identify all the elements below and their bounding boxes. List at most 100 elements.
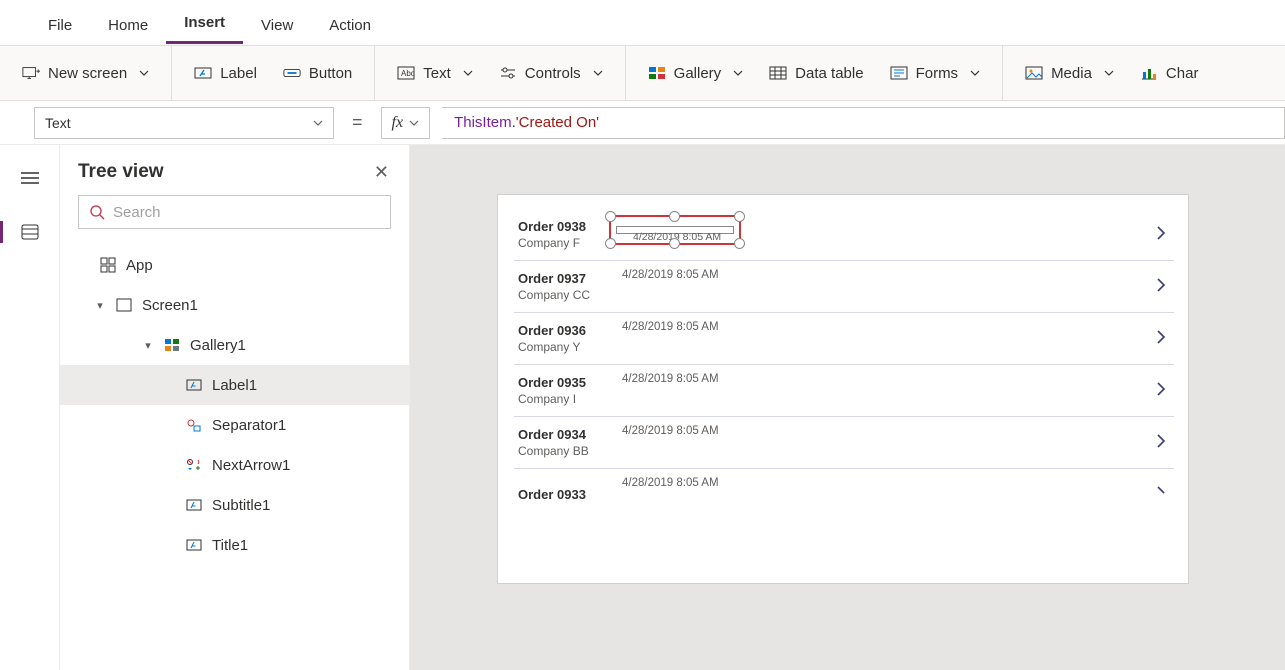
resize-handle[interactable] [734,211,745,222]
chevron-right-icon[interactable] [1154,483,1168,503]
tree: App ▾ Screen1 ▾ Gallery1 Label1 Separato… [60,239,409,565]
tree-node-app[interactable]: App [60,245,409,285]
gallery-preview[interactable]: Order 0938 Company F 4/28/2019 8:05 AM [514,209,1174,583]
tree-node-nextarrow1[interactable]: NextArrow1 [60,445,409,485]
chevron-down-icon [313,118,323,128]
close-icon[interactable]: ✕ [374,162,389,183]
forms-icon [890,65,908,81]
chevron-right-icon[interactable] [1154,327,1168,347]
selected-label-control[interactable]: 4/28/2019 8:05 AM [609,215,741,245]
tab-insert[interactable]: Insert [166,4,243,44]
forms-dropdown-label: Forms [916,65,959,82]
left-rail [0,145,60,670]
resize-handle[interactable] [669,211,680,222]
rail-hamburger[interactable] [13,163,47,193]
gallery-icon [648,65,666,81]
search-input[interactable]: Search [78,195,391,229]
charts-dropdown[interactable]: Char [1132,59,1207,88]
label-button-label: Label [220,65,257,82]
caret-down-icon[interactable]: ▾ [94,299,106,312]
text-dropdown[interactable]: Abc Text [389,59,481,88]
chevron-down-icon [970,68,980,78]
row-date: 4/28/2019 8:05 AM [622,373,719,385]
fx-button[interactable]: fx [381,107,431,139]
label-icon [186,498,202,512]
forms-dropdown[interactable]: Forms [882,59,989,88]
resize-handle[interactable] [605,238,616,249]
gallery-row[interactable]: Order 0936 Company Y 4/28/2019 8:05 AM [514,313,1174,365]
tab-home[interactable]: Home [90,7,166,44]
gallery-row[interactable]: Order 0933 4/28/2019 8:05 AM [514,469,1174,521]
gallery-row[interactable]: Order 0937 Company CC 4/28/2019 8:05 AM [514,261,1174,313]
tree-node-label1[interactable]: Label1 [60,365,409,405]
rail-tree-view[interactable] [13,217,47,247]
equals-sign: = [346,112,369,133]
menu-bar: File Home Insert View Action [0,0,1285,45]
resize-handle[interactable] [605,211,616,222]
row-date: 4/28/2019 8:05 AM [622,321,719,333]
tree-node-separator1-label: Separator1 [212,417,286,434]
tree-node-gallery1[interactable]: ▾ Gallery1 [60,325,409,365]
tree-view-panel: Tree view ✕ Search App ▾ Screen1 [60,145,410,670]
screen-icon [116,298,132,312]
chevron-down-icon [733,68,743,78]
row-subtitle: Company F [518,236,586,250]
media-dropdown-label: Media [1051,65,1092,82]
tab-action[interactable]: Action [311,7,389,44]
tab-file[interactable]: File [30,7,90,44]
chevron-right-icon[interactable] [1154,275,1168,295]
tree-node-app-label: App [126,257,153,274]
media-dropdown[interactable]: Media [1017,59,1122,88]
row-subtitle: Company CC [518,288,590,302]
chevron-down-icon [463,68,473,78]
label-icon [186,378,202,392]
tree-node-title1[interactable]: Title1 [60,525,409,565]
tree-node-label1-label: Label1 [212,377,257,394]
chevron-down-icon [593,68,603,78]
tree-node-gallery1-label: Gallery1 [190,337,246,354]
chevron-right-icon[interactable] [1154,431,1168,451]
row-subtitle: Company BB [518,444,589,458]
label-button[interactable]: Label [186,59,265,88]
tree-view-title: Tree view [78,161,164,183]
button-button[interactable]: Button [275,59,360,88]
property-selector-value: Text [45,115,71,131]
gallery-row[interactable]: Order 0934 Company BB 4/28/2019 8:05 AM [514,417,1174,469]
app-icon [100,257,116,273]
property-selector[interactable]: Text [34,107,334,139]
gallery-icon [164,338,180,352]
row-date: 4/28/2019 8:05 AM [622,269,719,281]
charts-dropdown-label: Char [1166,65,1199,82]
new-screen-button[interactable]: New screen [14,59,157,88]
gallery-dropdown[interactable]: Gallery [640,59,752,88]
caret-down-icon[interactable]: ▾ [142,339,154,352]
data-table-button[interactable]: Data table [761,59,871,88]
chevron-right-icon[interactable] [1154,223,1168,243]
text-dropdown-label: Text [423,65,451,82]
chevron-right-icon[interactable] [1154,379,1168,399]
row-date: 4/28/2019 8:05 AM [622,477,719,489]
row-subtitle: Company Y [518,340,586,354]
tab-view[interactable]: View [243,7,311,44]
separator-icon [186,418,202,432]
row-date: 4/28/2019 8:05 AM [622,425,719,437]
chevron-down-icon [409,118,419,128]
tree-node-nextarrow1-label: NextArrow1 [212,457,290,474]
gallery-row[interactable]: Order 0935 Company I 4/28/2019 8:05 AM [514,365,1174,417]
formula-input[interactable]: ThisItem.'Created On' [442,107,1285,139]
new-screen-icon [22,65,40,81]
row-title: Order 0938 [518,219,586,234]
svg-text:Abc: Abc [401,69,415,78]
resize-handle[interactable] [734,238,745,249]
formula-token-string: 'Created On' [516,114,599,131]
controls-dropdown[interactable]: Controls [491,59,611,88]
label-icon [186,538,202,552]
tree-node-subtitle1[interactable]: Subtitle1 [60,485,409,525]
row-title: Order 0933 [518,487,586,502]
tree-node-screen1[interactable]: ▾ Screen1 [60,285,409,325]
canvas[interactable]: Order 0938 Company F 4/28/2019 8:05 AM [410,145,1285,670]
gallery-row[interactable]: Order 0938 Company F 4/28/2019 8:05 AM [514,209,1174,261]
resize-handle[interactable] [669,238,680,249]
app-preview[interactable]: Order 0938 Company F 4/28/2019 8:05 AM [498,195,1188,583]
tree-node-separator1[interactable]: Separator1 [60,405,409,445]
